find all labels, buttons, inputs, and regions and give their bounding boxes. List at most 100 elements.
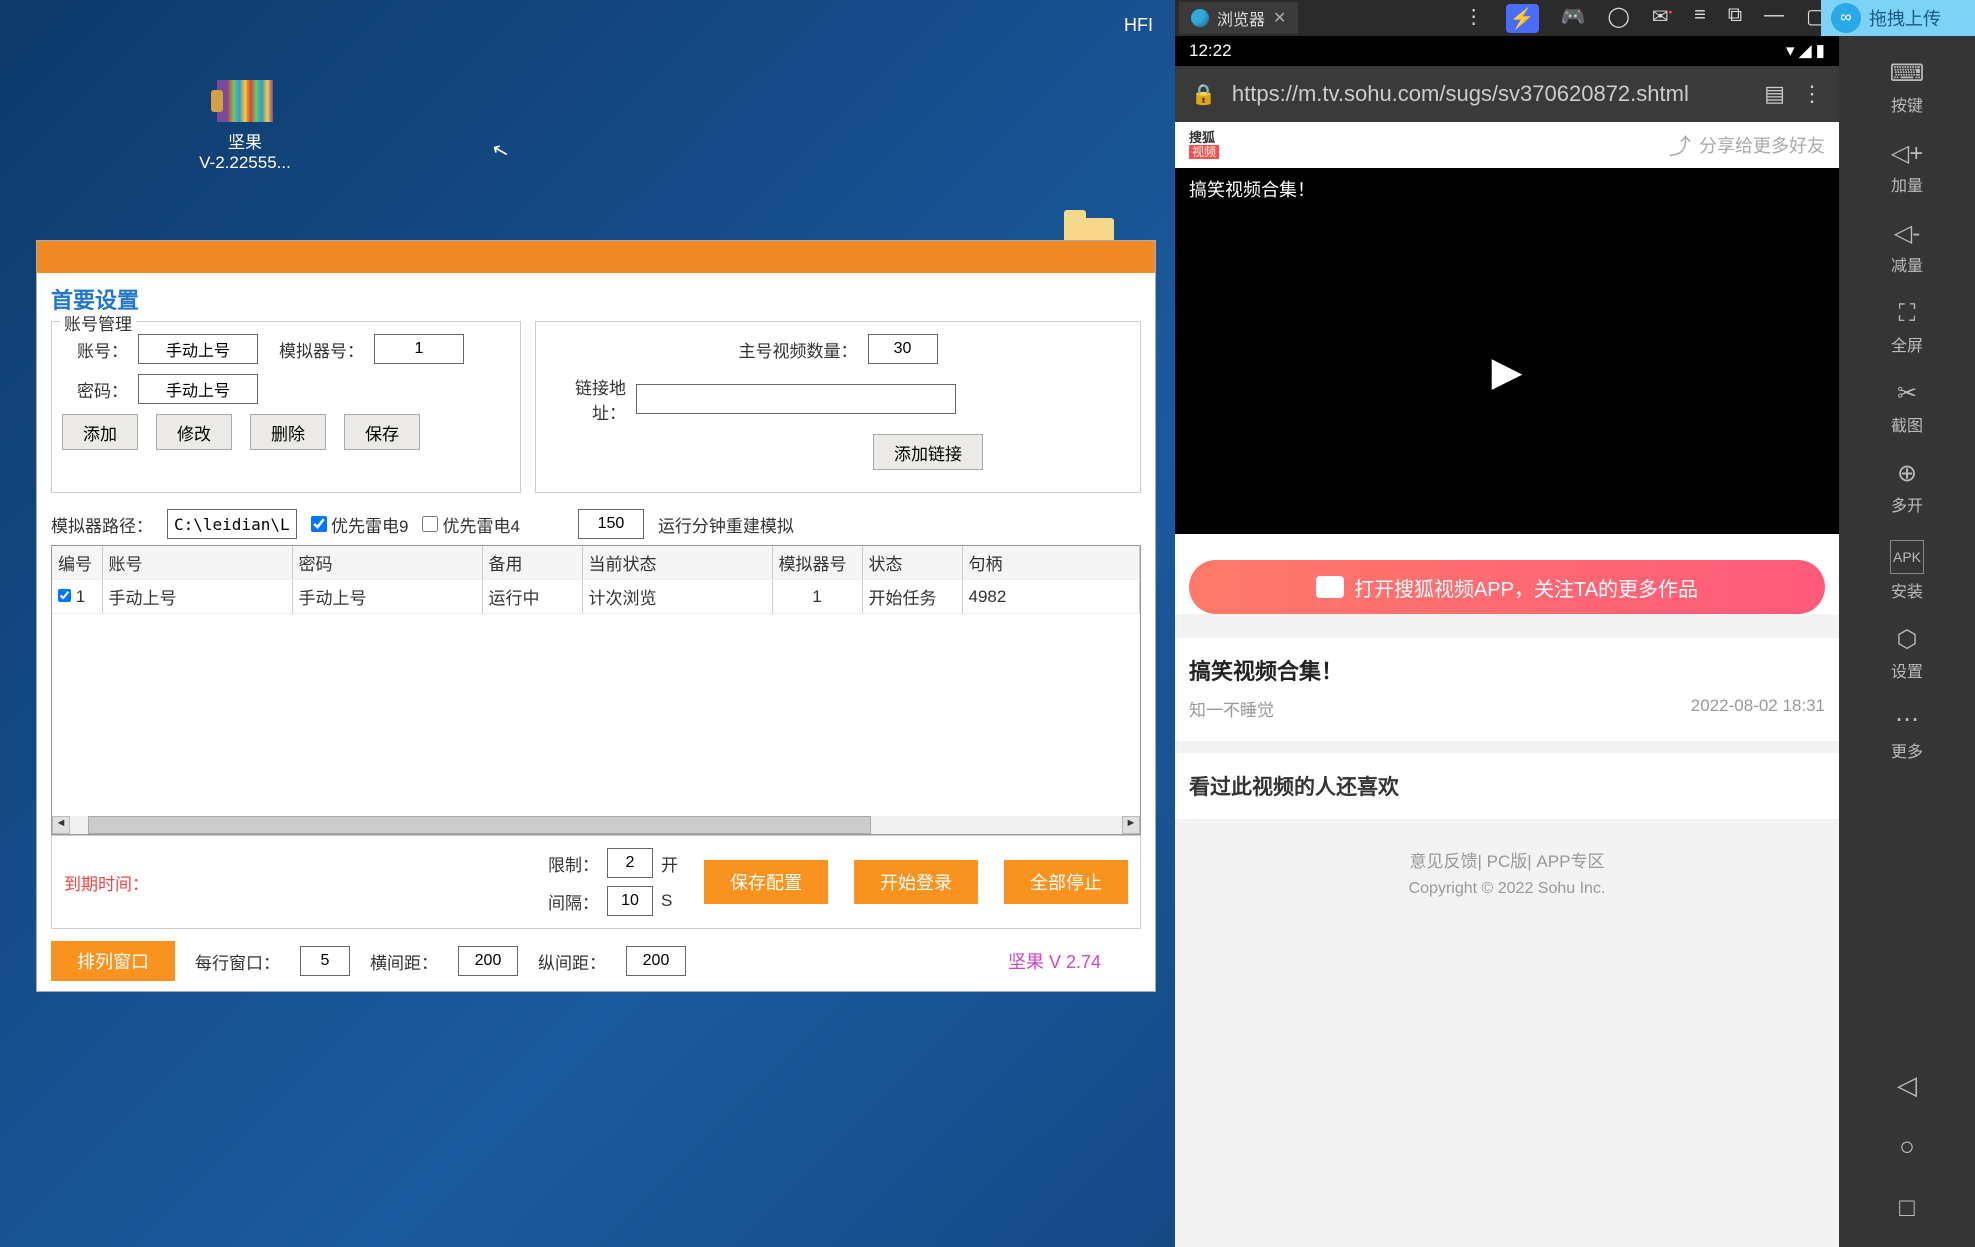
- input-runmin[interactable]: [578, 509, 644, 539]
- tab-label: 浏览器: [1217, 6, 1265, 30]
- emulator-window-icon[interactable]: ⧉: [1728, 4, 1742, 33]
- footer-links[interactable]: 意见反馈| PC版| APP专区: [1175, 847, 1839, 872]
- th-no[interactable]: 编号: [52, 546, 102, 580]
- th-simno[interactable]: 模拟器号: [772, 546, 862, 580]
- save-button[interactable]: 保存: [344, 414, 420, 450]
- video-banner-title: 搞笑视频合集！: [1175, 168, 1839, 210]
- chk-ld9-wrap[interactable]: 优先雷电9: [311, 512, 408, 537]
- label-per-row: 每行窗口：: [195, 949, 280, 974]
- side-settings[interactable]: ⬡设置: [1839, 614, 1975, 694]
- video-author[interactable]: 知一不睡觉: [1189, 696, 1274, 721]
- side-more[interactable]: ⋯更多: [1839, 694, 1975, 774]
- cell-simno: 1: [772, 580, 862, 614]
- th-status[interactable]: 状态: [862, 546, 962, 580]
- open-app-label: 打开搜狐视频APP，关注TA的更多作品: [1354, 573, 1698, 602]
- input-password[interactable]: [138, 374, 258, 404]
- side-multi[interactable]: ⊕多开: [1839, 448, 1975, 528]
- drag-upload-button[interactable]: ∞ 拖拽上传: [1821, 0, 1975, 36]
- desktop-icon-jianguo[interactable]: 坚果 V-2.22555...: [190, 80, 300, 173]
- emulator-tab-browser[interactable]: 浏览器 ✕: [1179, 2, 1298, 34]
- video-player[interactable]: ▶: [1175, 210, 1839, 534]
- side-install[interactable]: APK安装: [1839, 528, 1975, 614]
- close-tab-icon[interactable]: ✕: [1273, 8, 1286, 28]
- side-volup[interactable]: ◁+加量: [1839, 128, 1975, 208]
- label-main-vid-count: 主号视频数量：: [739, 337, 858, 362]
- add-link-button[interactable]: 添加链接: [873, 434, 983, 470]
- th-handle[interactable]: 句柄: [962, 546, 1140, 580]
- video-time: 2022-08-02 18:31: [1691, 696, 1825, 721]
- browser-menu-icon[interactable]: ⋮: [1801, 81, 1823, 107]
- phone-content: 搜狐 视频 ⤴ 分享给更多好友 搞笑视频合集！ ▶ 打开搜狐视频APP，关注TA…: [1175, 122, 1839, 1247]
- input-hgap[interactable]: [458, 946, 518, 976]
- app-titlebar[interactable]: [37, 241, 1155, 273]
- scroll-thumb[interactable]: [88, 816, 871, 834]
- share-area[interactable]: ⤴ 分享给更多好友: [1669, 129, 1825, 161]
- edit-button[interactable]: 修改: [156, 414, 232, 450]
- nav-recents-icon[interactable]: □: [1899, 1192, 1915, 1223]
- arrange-windows-button[interactable]: 排列窗口: [51, 941, 175, 981]
- hfi-text: HFI: [1124, 15, 1153, 36]
- open-app-button[interactable]: 打开搜狐视频APP，关注TA的更多作品: [1189, 560, 1825, 614]
- th-pwd[interactable]: 密码: [292, 546, 482, 580]
- phone-urlbar[interactable]: 🔒 https://m.tv.sohu.com/sugs/sv370620872…: [1175, 66, 1839, 122]
- input-per-row[interactable]: [300, 946, 350, 976]
- play-icon[interactable]: ▶: [1492, 349, 1523, 395]
- unit-limit: 开: [661, 851, 678, 876]
- emulator-user-icon[interactable]: ◯: [1607, 4, 1629, 33]
- phone-statusbar: 12:22 ▾ ◢ ▮: [1175, 36, 1839, 66]
- emulator-mail-icon[interactable]: ✉•: [1652, 4, 1672, 33]
- scroll-right-icon[interactable]: ►: [1122, 816, 1140, 834]
- input-limit[interactable]: [607, 848, 653, 878]
- sohu-logo[interactable]: 搜狐 视频: [1189, 131, 1219, 159]
- emulator-lightning-icon[interactable]: ⚡: [1506, 4, 1539, 33]
- cloud-icon: ∞: [1831, 3, 1861, 33]
- emulator-menu-dots-icon[interactable]: ⋮: [1464, 4, 1484, 33]
- emulator-minimize-icon[interactable]: —: [1764, 4, 1784, 33]
- stop-all-button[interactable]: 全部停止: [1004, 860, 1128, 904]
- chk-ld4-wrap[interactable]: 优先雷电4: [422, 512, 519, 537]
- emulator-list-icon[interactable]: ≡: [1694, 4, 1706, 33]
- th-spare[interactable]: 备用: [482, 546, 582, 580]
- tabs-icon[interactable]: ▤: [1764, 81, 1785, 107]
- side-voldown[interactable]: ◁-减量: [1839, 208, 1975, 288]
- nav-back-icon[interactable]: ◁: [1897, 1070, 1917, 1101]
- start-login-button[interactable]: 开始登录: [854, 860, 978, 904]
- table-h-scrollbar[interactable]: ◄ ►: [52, 816, 1140, 834]
- footer-copyright: Copyright © 2022 Sohu Inc.: [1175, 880, 1839, 898]
- emulator-gamepad-icon[interactable]: 🎮: [1561, 4, 1586, 33]
- scroll-left-icon[interactable]: ◄: [52, 816, 70, 834]
- main-app-window: 首要设置 账号管理 账号： 模拟器号： 密码： 添加 修改 删除: [36, 240, 1156, 992]
- chk-ld4[interactable]: [422, 516, 438, 532]
- row-checkbox[interactable]: [58, 589, 71, 602]
- account-group-title: 账号管理: [60, 310, 136, 335]
- chk-ld9[interactable]: [311, 516, 327, 532]
- side-fullscreen[interactable]: ⛶全屏: [1839, 288, 1975, 368]
- input-main-vid-count[interactable]: [868, 334, 938, 364]
- wifi-icon: ▾: [1786, 41, 1795, 61]
- video-title: 搞笑视频合集！: [1189, 654, 1825, 686]
- input-link-address[interactable]: [636, 384, 956, 414]
- delete-button[interactable]: 删除: [250, 414, 326, 450]
- add-button[interactable]: 添加: [62, 414, 138, 450]
- page-header: 搜狐 视频 ⤴ 分享给更多好友: [1175, 122, 1839, 168]
- logo-text-1: 搜狐: [1189, 131, 1219, 145]
- th-state[interactable]: 当前状态: [582, 546, 772, 580]
- label-account: 账号：: [62, 337, 128, 362]
- nav-home-icon[interactable]: ○: [1899, 1131, 1915, 1162]
- label-limit: 限制：: [548, 851, 599, 876]
- input-account[interactable]: [138, 334, 258, 364]
- input-vgap[interactable]: [626, 946, 686, 976]
- input-interval[interactable]: [607, 886, 653, 916]
- side-screenshot[interactable]: ✂截图: [1839, 368, 1975, 448]
- url-text[interactable]: https://m.tv.sohu.com/sugs/sv370620872.s…: [1232, 81, 1748, 107]
- input-sim-path[interactable]: [167, 509, 297, 539]
- cell-acct: 手动上号: [102, 580, 292, 614]
- save-config-button[interactable]: 保存配置: [704, 860, 828, 904]
- table-row[interactable]: 1 手动上号 手动上号 运行中 计次浏览 1 开始任务 4982: [52, 580, 1140, 614]
- vol-down-icon: ◁-: [1839, 220, 1975, 248]
- side-keys[interactable]: ⌨按键: [1839, 48, 1975, 128]
- th-acct[interactable]: 账号: [102, 546, 292, 580]
- input-simno[interactable]: [374, 334, 464, 364]
- account-groupbox: 账号管理 账号： 模拟器号： 密码： 添加 修改 删除 保存: [51, 321, 521, 493]
- related-section-title: 看过此视频的人还喜欢: [1175, 753, 1839, 819]
